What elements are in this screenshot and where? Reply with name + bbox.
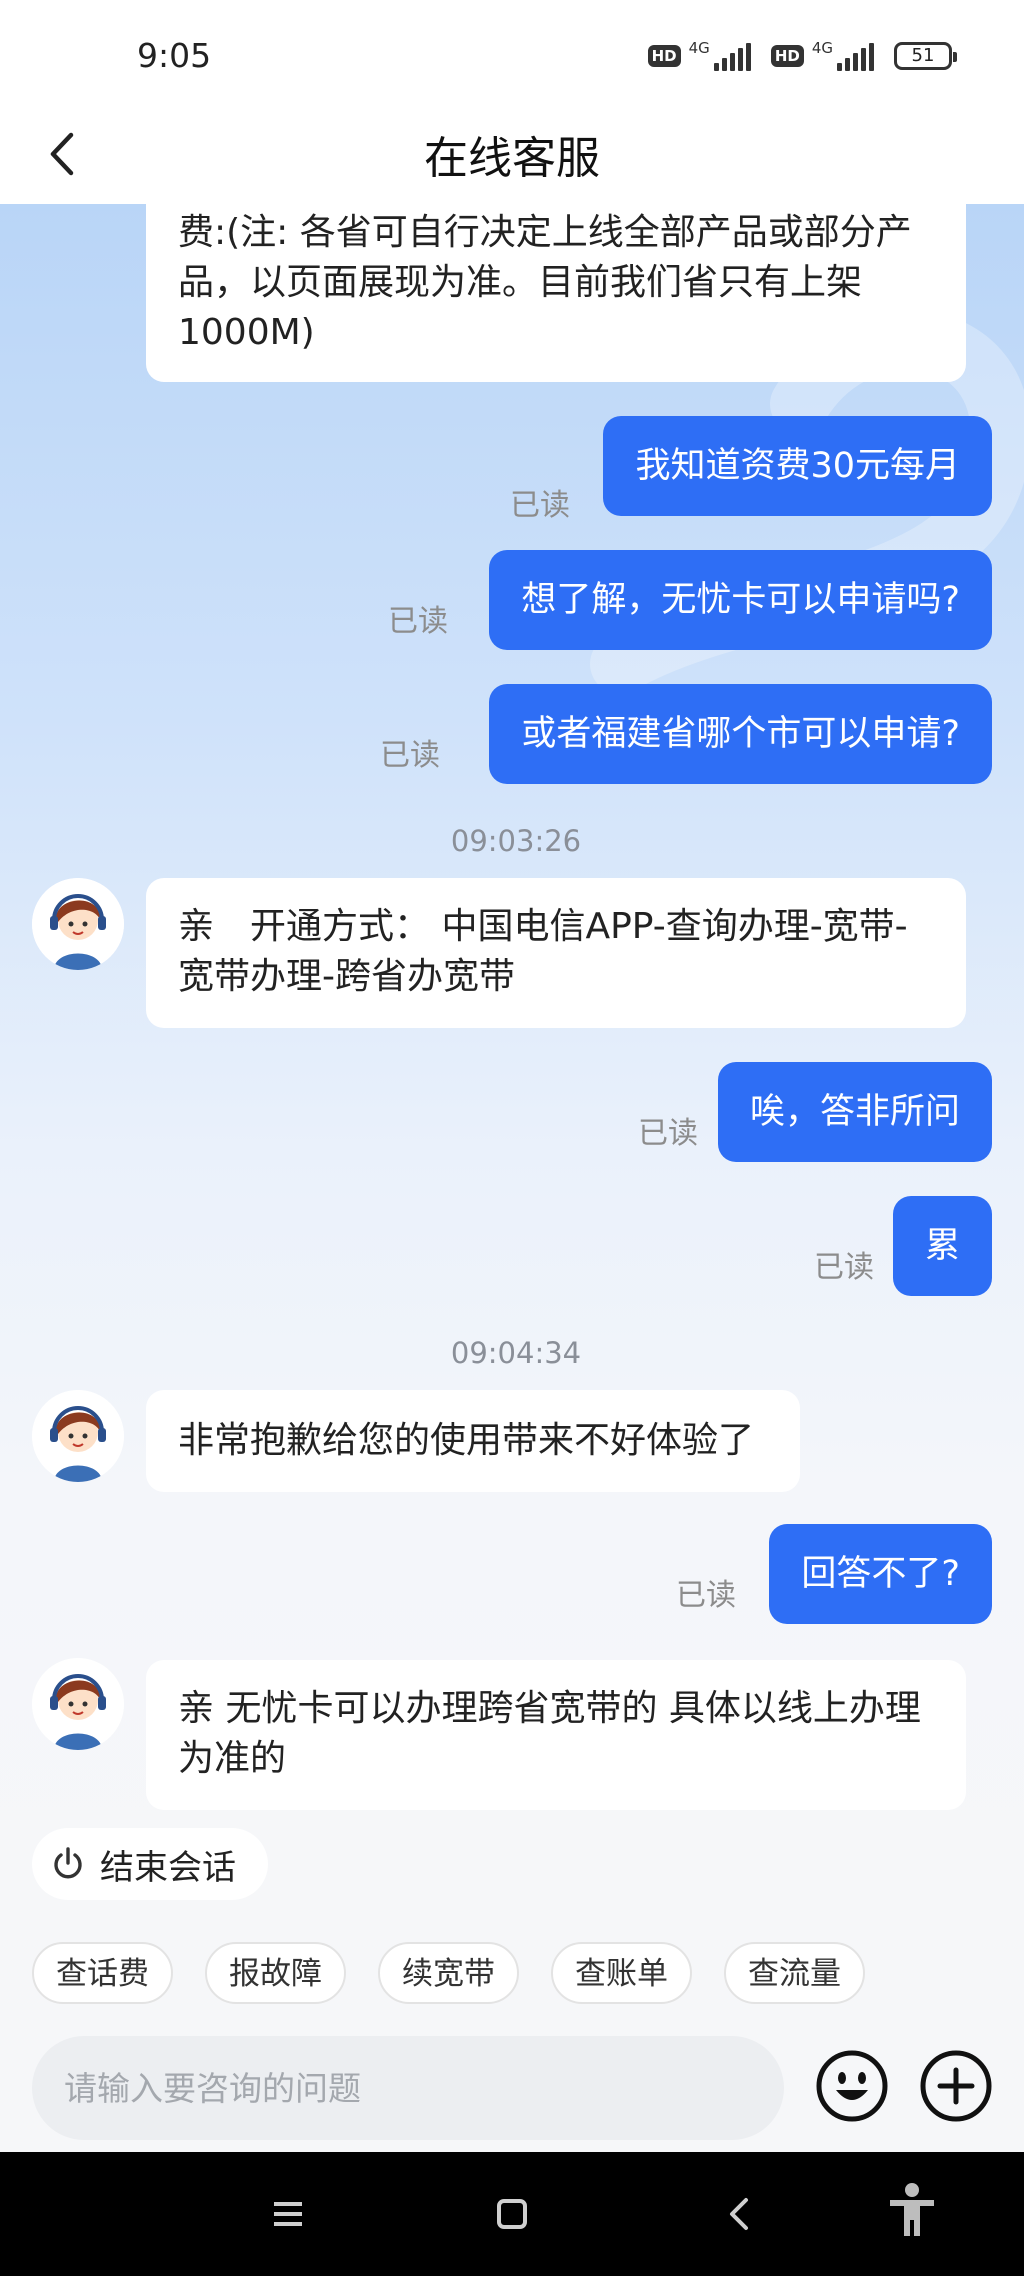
home-square-icon [497, 2199, 527, 2229]
nav-home-button[interactable] [486, 2188, 538, 2240]
input-bar [0, 2026, 1024, 2152]
read-receipt: 已读 [380, 738, 440, 773]
quick-reply-check-balance[interactable]: 查话费 [32, 1942, 173, 2004]
message-input[interactable] [32, 2036, 784, 2140]
quick-reply-renew-broadband[interactable]: 续宽带 [378, 1942, 519, 2004]
message-text: 我知道资费30元每月 [635, 446, 960, 486]
timestamp: 09:03:26 [450, 824, 582, 858]
message-text: 想了解，无忧卡可以申请吗? [521, 580, 960, 620]
page-title: 在线客服 [424, 133, 600, 184]
smiley-icon [816, 2050, 888, 2122]
agent-avatar [32, 1658, 124, 1750]
incoming-message: 亲 开通方式： 中国电信APP-查询办理-宽带-宽带办理-跨省办宽带 [146, 878, 966, 1028]
system-nav-bar [0, 2152, 1024, 2276]
status-time: 9:05 [137, 36, 212, 75]
message-text: 亲 无忧卡可以办理跨省宽带的 具体以线上办理为准的 [178, 1688, 921, 1779]
message-text: 费:(注: 各省可自行决定上线全部产品或部分产品，以页面展现为准。目前我们省只有… [178, 212, 912, 353]
chat-area[interactable]: 费:(注: 各省可自行决定上线全部产品或部分产品，以页面展现为准。目前我们省只有… [0, 204, 1024, 1920]
menu-icon [274, 2202, 302, 2226]
message-text: 或者福建省哪个市可以申请? [521, 714, 960, 754]
header: 在线客服 [0, 110, 1024, 204]
read-receipt: 已读 [388, 604, 448, 639]
end-session-label: 结束会话 [100, 1847, 236, 1888]
outgoing-message: 回答不了? [769, 1524, 992, 1624]
timestamp: 09:04:34 [450, 1336, 582, 1370]
agent-avatar [32, 1390, 124, 1482]
signal-icon-2 [837, 41, 874, 71]
battery-icon: 51 [894, 42, 957, 70]
signal-icon-1 [713, 41, 751, 71]
nav-menu-button[interactable] [262, 2188, 314, 2240]
accessibility-icon [890, 2183, 934, 2236]
network-label-2: 4G [811, 39, 833, 57]
network-label-1: 4G [688, 39, 710, 57]
incoming-message: 费:(注: 各省可自行决定上线全部产品或部分产品，以页面展现为准。目前我们省只有… [146, 204, 966, 382]
nav-back-button[interactable] [714, 2188, 766, 2240]
incoming-message: 亲 无忧卡可以办理跨省宽带的 具体以线上办理为准的 [146, 1660, 966, 1810]
outgoing-message: 想了解，无忧卡可以申请吗? [489, 550, 992, 650]
outgoing-message: 或者福建省哪个市可以申请? [489, 684, 992, 784]
back-triangle-icon [730, 2198, 748, 2230]
hd-badge-1: HD [647, 45, 681, 67]
status-icons: HD 4G HD 4G 51 [647, 38, 957, 74]
quick-reply-check-bill[interactable]: 查账单 [551, 1942, 692, 2004]
status-bar: 9:05 HD 4G HD 4G 51 [0, 0, 1024, 110]
read-receipt: 已读 [814, 1250, 874, 1285]
incoming-message: 非常抱歉给您的使用带来不好体验了 [146, 1390, 800, 1492]
outgoing-message: 唉，答非所问 [717, 1062, 992, 1162]
accessibility-button[interactable] [880, 2178, 944, 2242]
message-text: 唉，答非所问 [749, 1092, 960, 1132]
quick-reply-report-fault[interactable]: 报故障 [205, 1942, 346, 2004]
emoji-button[interactable] [814, 2048, 890, 2124]
read-receipt: 已读 [510, 488, 570, 523]
agent-avatar [32, 878, 124, 970]
read-receipt: 已读 [638, 1116, 698, 1151]
outgoing-message: 累 [892, 1196, 992, 1296]
quick-reply-check-data[interactable]: 查流量 [724, 1942, 865, 2004]
power-icon [50, 1846, 86, 1882]
hd-badge-2: HD [770, 45, 804, 67]
more-options-button[interactable] [918, 2048, 994, 2124]
plus-circle-icon [920, 2050, 992, 2122]
quick-reply-bar: 查话费 报故障 续宽带 查账单 查流量 [0, 1920, 1024, 2026]
message-text: 亲 开通方式： 中国电信APP-查询办理-宽带-宽带办理-跨省办宽带 [178, 906, 908, 997]
read-receipt: 已读 [676, 1578, 736, 1613]
message-text: 非常抱歉给您的使用带来不好体验了 [178, 1420, 755, 1461]
message-text: 累 [924, 1226, 960, 1266]
end-session-button[interactable]: 结束会话 [32, 1828, 268, 1900]
message-text: 回答不了? [801, 1554, 960, 1594]
outgoing-message: 我知道资费30元每月 [603, 416, 992, 516]
